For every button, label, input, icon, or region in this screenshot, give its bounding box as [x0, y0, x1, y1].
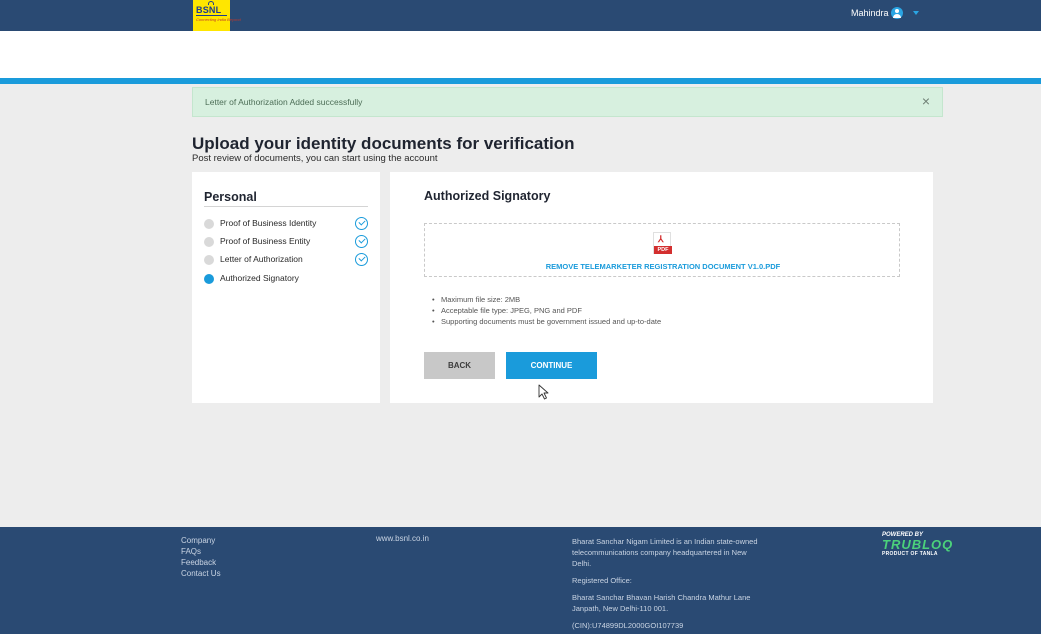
logo-underline — [196, 15, 227, 16]
top-navbar: BSNL Connecting India Beyond Mahindra — [0, 0, 1041, 31]
back-button[interactable]: BACK — [424, 352, 495, 379]
step-label: Proof of Business Identity — [220, 218, 317, 228]
continue-button[interactable]: CONTINUE — [506, 352, 597, 379]
step-status-dot-icon — [204, 274, 214, 284]
file-dropzone[interactable]: ⅄ PDF REMOVE TELEMARKETER REGISTRATION D… — [424, 223, 900, 277]
company-description: Bharat Sanchar Nigam Limited is an India… — [572, 537, 758, 568]
bsnl-logo[interactable]: BSNL Connecting India Beyond — [193, 0, 241, 31]
step-status-dot-icon — [204, 237, 214, 247]
registered-office-label: Registered Office: — [572, 576, 632, 585]
check-circle-icon — [355, 235, 368, 248]
step-label: Letter of Authorization — [220, 254, 303, 264]
trubloq-logo: TRUBLOQ — [882, 537, 954, 552]
footer-about: Bharat Sanchar Nigam Limited is an India… — [572, 536, 762, 631]
pdf-tag: PDF — [654, 246, 672, 254]
chevron-down-icon[interactable] — [913, 11, 919, 15]
list-item: Supporting documents must be government … — [432, 317, 661, 328]
section-heading: Personal — [204, 190, 257, 204]
upload-rules-list: Maximum file size: 2MB Acceptable file t… — [432, 295, 661, 328]
page-subtitle: Post review of documents, you can start … — [192, 153, 438, 164]
footer-link-company[interactable]: Company — [181, 536, 221, 547]
step-proof-of-business-entity[interactable]: Proof of Business Entity — [204, 235, 374, 249]
section-divider — [204, 206, 368, 207]
logo-text: BSNL — [196, 5, 222, 15]
pdf-icon: ⅄ PDF — [653, 232, 672, 254]
company-cin: (CIN):U74899DL2000GOI107739 — [572, 621, 684, 630]
user-name[interactable]: Mahindra — [851, 8, 889, 18]
check-circle-icon — [355, 253, 368, 266]
upload-panel: Authorized Signatory ⅄ PDF REMOVE TELEMA… — [390, 172, 933, 403]
list-item: Acceptable file type: JPEG, PNG and PDF — [432, 306, 661, 317]
footer-link-contact-us[interactable]: Contact Us — [181, 569, 221, 580]
powered-by-badge: POWERED BY TRUBLOQ PRODUCT OF TANLA — [882, 532, 953, 557]
footer-link-faqs[interactable]: FAQs — [181, 547, 221, 558]
acrobat-icon: ⅄ — [658, 234, 664, 244]
close-icon[interactable]: × — [922, 94, 930, 108]
alert-message: Letter of Authorization Added successful… — [205, 97, 363, 107]
check-circle-icon — [355, 217, 368, 230]
mouse-pointer-icon — [538, 384, 549, 400]
user-avatar-icon[interactable] — [891, 7, 903, 19]
step-label: Proof of Business Entity — [220, 236, 311, 246]
steps-panel: Personal Proof of Business Identity Proo… — [192, 172, 380, 403]
upload-section-title: Authorized Signatory — [424, 189, 551, 203]
registered-office-address: Bharat Sanchar Bhavan Harish Chandra Mat… — [572, 593, 751, 613]
step-status-dot-icon — [204, 255, 214, 265]
logo-tagline: Connecting India Beyond — [196, 17, 241, 22]
step-authorized-signatory[interactable]: Authorized Signatory — [204, 272, 374, 286]
success-alert: Letter of Authorization Added successful… — [192, 87, 943, 117]
footer-link-feedback[interactable]: Feedback — [181, 558, 221, 569]
footer-website-link[interactable]: www.bsnl.co.in — [376, 534, 429, 543]
step-status-dot-icon — [204, 219, 214, 229]
list-item: Maximum file size: 2MB — [432, 295, 661, 306]
uploaded-file-name[interactable]: REMOVE TELEMARKETER REGISTRATION DOCUMEN… — [425, 262, 901, 271]
site-footer: Company FAQs Feedback Contact Us www.bsn… — [0, 527, 1041, 634]
step-letter-of-authorization[interactable]: Letter of Authorization — [204, 253, 374, 267]
step-label: Authorized Signatory — [220, 273, 299, 283]
step-proof-of-business-identity[interactable]: Proof of Business Identity — [204, 217, 374, 231]
page-title: Upload your identity documents for verif… — [192, 134, 575, 153]
footer-links: Company FAQs Feedback Contact Us — [181, 536, 221, 580]
